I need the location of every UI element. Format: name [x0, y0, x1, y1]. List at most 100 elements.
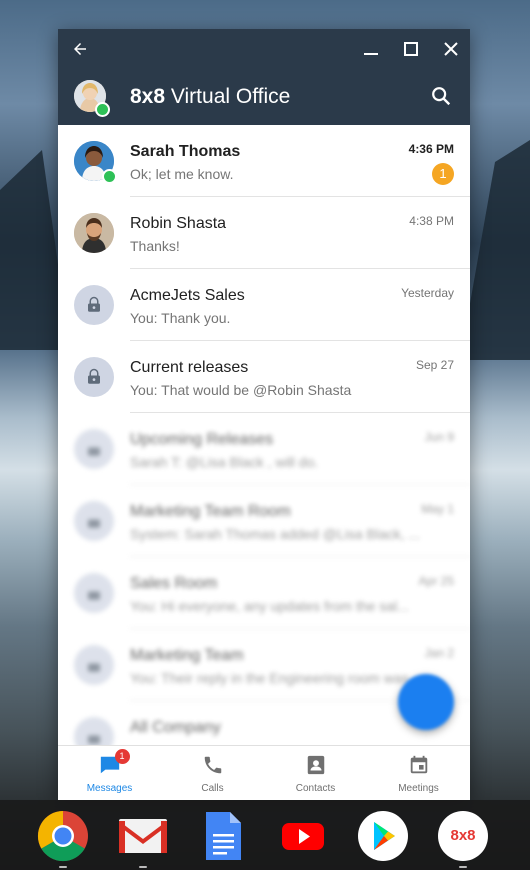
person-photo-icon [74, 213, 114, 253]
conversation-item[interactable]: Marketing Team Room System: Sarah Thomas… [58, 485, 470, 557]
messages-badge: 1 [114, 749, 130, 764]
nav-contacts[interactable]: Contacts [264, 746, 367, 800]
docs-app[interactable] [197, 810, 249, 862]
conversation-item[interactable]: Sales Room You: Hi everyone, any updates… [58, 557, 470, 629]
play-store-app[interactable] [357, 810, 409, 862]
conversation-preview: Sarah T: @Lisa Black , will do. [130, 454, 319, 470]
youtube-app[interactable] [277, 810, 329, 862]
minimize-icon [364, 53, 378, 55]
minimize-button[interactable] [351, 29, 391, 69]
room-avatar [74, 429, 114, 469]
presence-dot [102, 169, 117, 184]
conversation-preview: System: Sarah Thomas added @Lisa Black, … [130, 526, 421, 542]
conversation-preview: Ok; let me know. [130, 166, 234, 182]
new-message-fab[interactable] [398, 674, 454, 730]
nav-messages[interactable]: 1 Messages [58, 746, 161, 800]
conversation-time: Jan 2 [424, 646, 454, 660]
search-button[interactable] [430, 85, 452, 112]
conversation-item[interactable]: Robin Shasta Thanks! 4:38 PM [58, 197, 470, 269]
contact-avatar [74, 213, 114, 253]
8x8-app-label: 8x8 [450, 827, 476, 844]
lock-icon [88, 519, 100, 528]
chrome-app[interactable] [37, 810, 89, 862]
conversation-name: AcmeJets Sales [130, 287, 245, 304]
conversation-name: Marketing Team Room [130, 503, 291, 520]
close-icon [444, 42, 458, 56]
conversation-preview: Thanks! [130, 238, 180, 254]
conversation-time: Sep 27 [415, 358, 454, 372]
nav-calls[interactable]: Calls [161, 746, 264, 800]
conversation-time: Apr 25 [418, 574, 454, 588]
app-window: 8x8 Virtual Office Sarah Thomas Ok; let … [58, 29, 470, 800]
gmail-icon [119, 819, 167, 853]
conversation-name: Upcoming Releases [130, 431, 274, 448]
conversation-list: Sarah Thomas Ok; let me know. 4:36 PM 1 … [58, 125, 470, 745]
brand-name: 8x8 [130, 85, 166, 108]
conversation-time: 4:36 PM [408, 142, 454, 156]
conversation-name: Current releases [130, 359, 249, 376]
conversation-name: Marketing Team [130, 647, 244, 664]
conversation-name: Sarah Thomas [130, 143, 241, 160]
nav-label: Meetings [398, 783, 439, 794]
conversation-time: 4:38 PM [409, 214, 454, 228]
user-presence-dot [95, 102, 110, 117]
app-title: 8x8 Virtual Office [130, 85, 290, 109]
room-avatar [74, 645, 114, 685]
arrow-left-icon [74, 43, 86, 55]
lock-icon [88, 368, 100, 384]
conversation-preview: You: Thank you. [130, 310, 231, 326]
contact-icon [305, 754, 327, 779]
nav-label: Calls [201, 783, 224, 794]
lock-icon [88, 447, 100, 456]
room-avatar [74, 357, 114, 397]
product-name: Virtual Office [170, 85, 291, 108]
conversation-preview: You: That would be @Robin Shasta [130, 382, 352, 398]
running-indicator [59, 866, 67, 868]
nav-label: Messages [86, 783, 133, 794]
lock-icon [88, 663, 100, 672]
maximize-button[interactable] [391, 29, 431, 69]
running-indicator [139, 866, 147, 868]
youtube-icon [282, 823, 324, 850]
room-avatar [74, 717, 114, 745]
gmail-app[interactable] [117, 810, 169, 862]
lock-icon [88, 591, 100, 600]
8x8-app[interactable]: 8x8 [437, 810, 489, 862]
search-icon [432, 87, 451, 106]
os-shelf: 8x8 [0, 800, 530, 870]
mountain-right [460, 140, 530, 360]
docs-icon [206, 812, 241, 860]
nav-label: Contacts [295, 783, 336, 794]
title-bar [58, 29, 470, 69]
close-button[interactable] [431, 29, 470, 69]
message-icon: 1 [99, 749, 130, 779]
maximize-icon [404, 42, 418, 56]
back-button[interactable] [60, 29, 100, 69]
phone-icon [202, 754, 224, 779]
lock-icon [88, 296, 100, 312]
nav-meetings[interactable]: Meetings [367, 746, 470, 800]
conversation-preview: You: Their reply in the Engineering room… [130, 670, 421, 686]
conversation-item[interactable]: Upcoming Releases Sarah T: @Lisa Black ,… [58, 413, 470, 485]
conversation-name: Robin Shasta [130, 215, 227, 232]
app-header: 8x8 Virtual Office [58, 69, 470, 125]
conversation-item[interactable]: Sarah Thomas Ok; let me know. 4:36 PM 1 [58, 125, 470, 197]
play-store-icon [358, 811, 408, 861]
running-indicator [459, 866, 467, 868]
conversation-time: May 1 [421, 502, 454, 516]
conversation-item[interactable]: AcmeJets Sales You: Thank you. Yesterday [58, 269, 470, 341]
chrome-icon [37, 810, 88, 862]
bottom-navigation: 1 Messages Calls Contacts Meetings [58, 745, 470, 800]
room-avatar [74, 573, 114, 613]
unread-badge: 1 [432, 163, 454, 185]
calendar-icon [408, 754, 430, 779]
conversation-name: Sales Room [130, 575, 218, 592]
conversation-preview: You: Hi everyone, any updates from the s… [130, 598, 409, 614]
conversation-time: Yesterday [401, 286, 454, 300]
room-avatar [74, 285, 114, 325]
room-avatar [74, 501, 114, 541]
conversation-time: Jun 9 [424, 430, 454, 444]
conversation-item[interactable]: Current releases You: That would be @Rob… [58, 341, 470, 413]
lock-icon [88, 735, 100, 744]
conversation-name: All Company [130, 719, 221, 736]
